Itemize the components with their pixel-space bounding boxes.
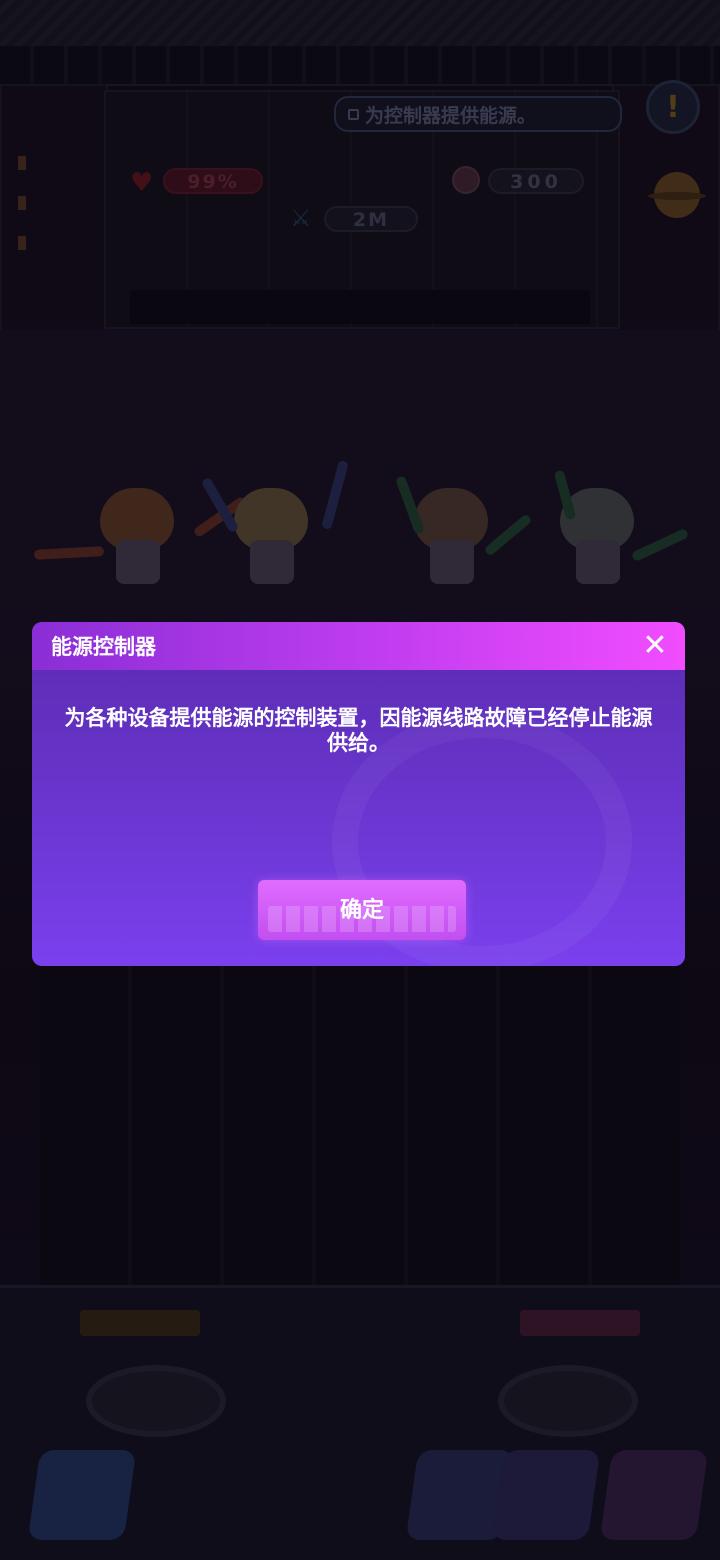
close-icon[interactable]: ✕ xyxy=(639,630,671,662)
dialog-header: 能源控制器 ✕ xyxy=(32,622,685,670)
energy-controller-dialog: 能源控制器 ✕ 为各种设备提供能源的控制装置，因能源线路故障已经停止能源供给。 … xyxy=(32,622,685,966)
dialog-description: 为各种设备提供能源的控制装置，因能源线路故障已经停止能源供给。 xyxy=(64,706,653,755)
confirm-button[interactable]: 确定 xyxy=(258,880,466,940)
confirm-label: 确定 xyxy=(339,898,384,923)
dialog-title: 能源控制器 xyxy=(51,635,156,659)
